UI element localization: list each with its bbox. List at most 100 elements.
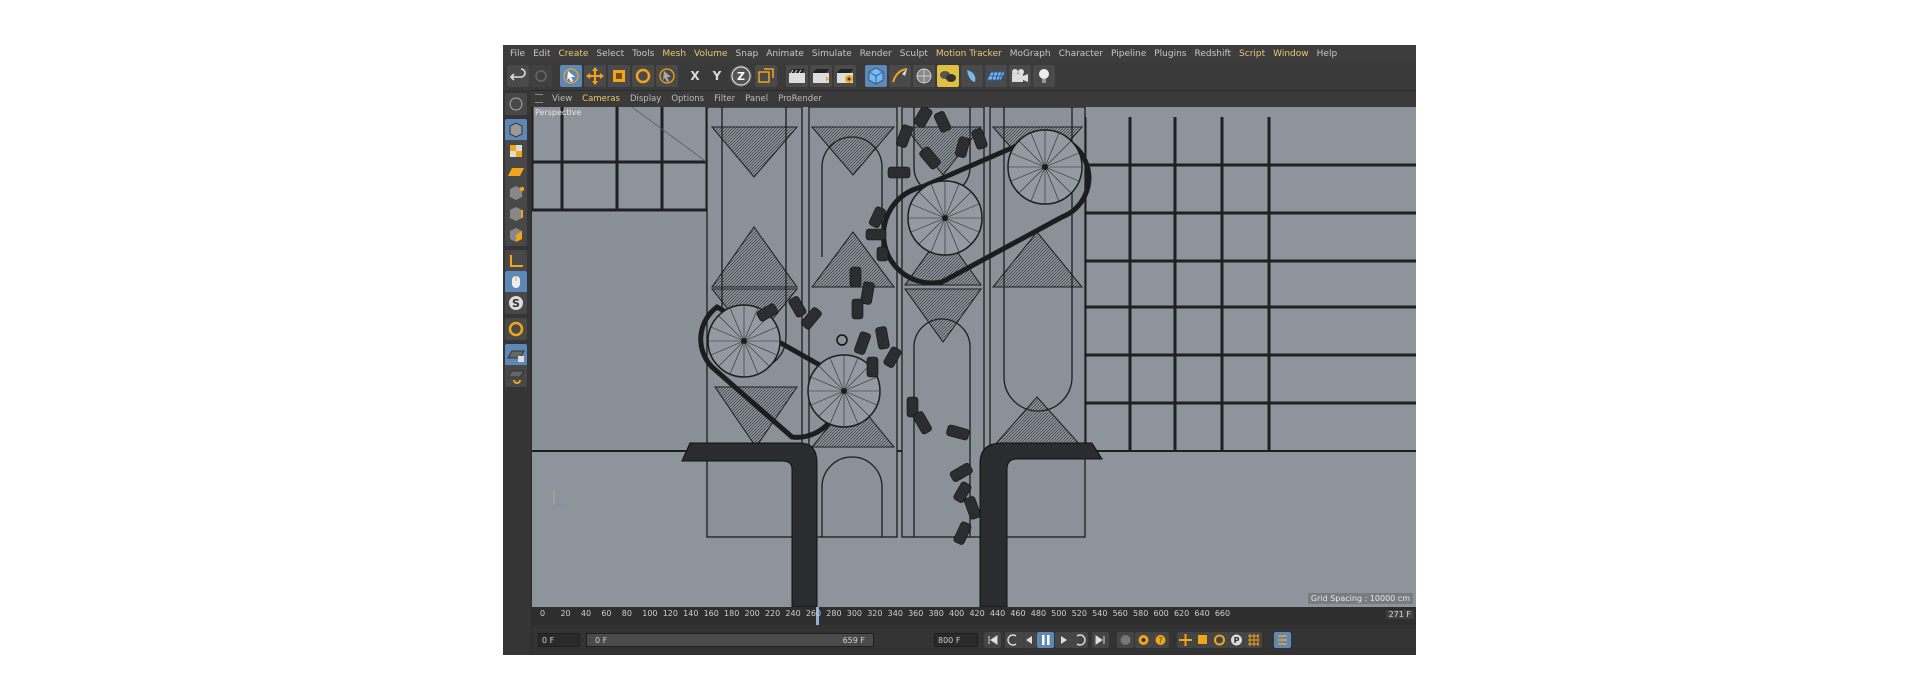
coordinate-system-icon[interactable] (755, 65, 777, 87)
move-tool-icon[interactable] (584, 65, 606, 87)
menu-item-render[interactable]: Render (856, 49, 896, 59)
autokeying-icon[interactable] (1135, 632, 1152, 648)
menu-item-animate[interactable]: Animate (762, 49, 808, 59)
array-generator-icon[interactable] (937, 65, 959, 87)
timeline-tick-label: 360 (908, 609, 924, 618)
menu-item-redshift[interactable]: Redshift (1191, 49, 1236, 59)
timeline-tick-label: 280 (826, 609, 842, 618)
tweak-mode-icon[interactable] (505, 271, 527, 293)
timeline-tick-label: 340 (887, 609, 903, 618)
key-parameter-icon[interactable]: P (1228, 632, 1245, 648)
redo-button[interactable] (530, 65, 552, 87)
light-object-icon[interactable] (1033, 65, 1055, 87)
timeline-tick-label: 180 (724, 609, 740, 618)
locked-workplane-icon[interactable] (505, 318, 527, 340)
snapping-icon[interactable]: S (505, 292, 527, 314)
timeline-tick-label: 520 (1071, 609, 1087, 618)
preview-range-slider[interactable]: 0 F 659 F (586, 633, 874, 647)
viewport-menu-panel[interactable]: Panel (740, 94, 773, 104)
viewport-menu-options[interactable]: Options (666, 94, 709, 104)
timeline-tick-label: 200 (744, 609, 760, 618)
recent-tools-icon[interactable] (656, 65, 678, 87)
points-mode-icon[interactable] (505, 182, 527, 204)
select-tool-icon[interactable] (560, 65, 582, 87)
menu-item-tools[interactable]: Tools (628, 49, 658, 59)
menu-item-file[interactable]: File (506, 49, 529, 59)
next-frame-icon[interactable] (1055, 632, 1072, 648)
camera-object-icon[interactable] (1009, 65, 1031, 87)
menu-item-pipeline[interactable]: Pipeline (1107, 49, 1150, 59)
menu-item-window[interactable]: Window (1269, 49, 1313, 59)
pause-button-icon[interactable] (1037, 632, 1054, 648)
menu-item-character[interactable]: Character (1055, 49, 1107, 59)
deformer-icon[interactable] (961, 65, 983, 87)
render-to-picture-viewer-icon[interactable] (810, 65, 832, 87)
viewport-menu-bar: View Cameras Display Options Filter Panel ProR… (531, 91, 1416, 106)
menu-item-sculpt[interactable]: Sculpt (896, 49, 932, 59)
model-mode-icon[interactable] (505, 119, 527, 141)
range-start-label: 0 F (595, 636, 608, 645)
timeline-tick-label: 140 (683, 609, 699, 618)
edges-mode-icon[interactable] (505, 203, 527, 225)
subdivision-surface-icon[interactable] (913, 65, 935, 87)
menu-item-edit[interactable]: Edit (529, 49, 554, 59)
viewport-solo-icon[interactable] (505, 365, 527, 387)
planar-workplane-icon[interactable] (505, 344, 527, 366)
timeline-tick-label: 500 (1051, 609, 1067, 618)
menu-item-script[interactable]: Script (1235, 49, 1269, 59)
timeline-tick-label: 20 (560, 609, 571, 618)
key-position-icon[interactable] (1177, 632, 1194, 648)
menu-item-mesh[interactable]: Mesh (658, 49, 690, 59)
viewport-menu-view[interactable]: View (547, 94, 577, 104)
workplane-mode-icon[interactable] (505, 161, 527, 183)
scale-tool-icon[interactable] (608, 65, 630, 87)
floor-object-icon[interactable] (985, 65, 1007, 87)
viewport-grip-icon[interactable] (535, 94, 543, 103)
go-to-start-icon[interactable] (984, 632, 1001, 648)
keyframe-selection-icon[interactable]: ? (1152, 632, 1169, 648)
timeline-tick-label: 380 (928, 609, 944, 618)
start-frame-field[interactable]: 0 F (538, 633, 580, 647)
record-keys-icon[interactable] (1117, 632, 1134, 648)
timeline-tick-label: 560 (1112, 609, 1128, 618)
menu-item-plugins[interactable]: Plugins (1150, 49, 1190, 59)
key-rotation-icon[interactable] (1211, 632, 1228, 648)
timeline-ruler[interactable]: 271 F 0 20 40 60 80 100 120 140 160 180 200 220 240 2… (532, 607, 1416, 625)
menu-item-select[interactable]: Select (592, 49, 628, 59)
key-scale-icon[interactable] (1194, 632, 1211, 648)
scheme-menu-icon[interactable] (1274, 632, 1291, 648)
timeline-tick-label: 260 (805, 609, 822, 618)
previous-frame-icon[interactable] (1020, 632, 1037, 648)
undo-button[interactable] (507, 65, 529, 87)
menu-item-create[interactable]: Create (555, 49, 593, 59)
texture-mode-icon[interactable] (505, 140, 527, 162)
menu-item-help[interactable]: Help (1313, 49, 1342, 59)
y-axis-lock-button[interactable]: Y (707, 65, 727, 87)
z-axis-lock-button[interactable]: Z (730, 65, 752, 87)
range-end-label: 659 F (842, 636, 865, 645)
polygons-mode-icon[interactable] (505, 224, 527, 246)
viewport-menu-display[interactable]: Display (625, 94, 666, 104)
menu-item-motion-tracker[interactable]: Motion Tracker (932, 49, 1006, 59)
key-point-level-icon[interactable] (1245, 632, 1262, 648)
viewport-menu-filter[interactable]: Filter (709, 94, 740, 104)
next-key-icon[interactable] (1071, 632, 1088, 648)
make-editable-icon[interactable] (505, 93, 527, 115)
render-settings-icon[interactable] (834, 65, 856, 87)
render-view-icon[interactable] (786, 65, 808, 87)
viewport-menu-prorender[interactable]: ProRender (773, 94, 827, 104)
viewport-camera-label: Perspective (535, 108, 582, 117)
menu-item-snap[interactable]: Snap (732, 49, 763, 59)
viewport-menu-cameras[interactable]: Cameras (577, 94, 625, 104)
menu-item-mograph[interactable]: MoGraph (1006, 49, 1055, 59)
perspective-viewport[interactable]: Perspective Grid Spacing : 10000 cm ✥ ⇕ … (532, 107, 1416, 607)
x-axis-lock-button[interactable]: X (685, 65, 705, 87)
go-to-end-icon[interactable] (1092, 632, 1109, 648)
menu-item-volume[interactable]: Volume (690, 49, 731, 59)
rotate-tool-icon[interactable] (632, 65, 654, 87)
menu-item-simulate[interactable]: Simulate (808, 49, 856, 59)
axis-mode-icon[interactable] (505, 250, 527, 272)
end-frame-field[interactable]: 800 F (934, 633, 978, 647)
cube-object-icon[interactable] (865, 65, 887, 87)
pen-spline-icon[interactable] (889, 65, 911, 87)
